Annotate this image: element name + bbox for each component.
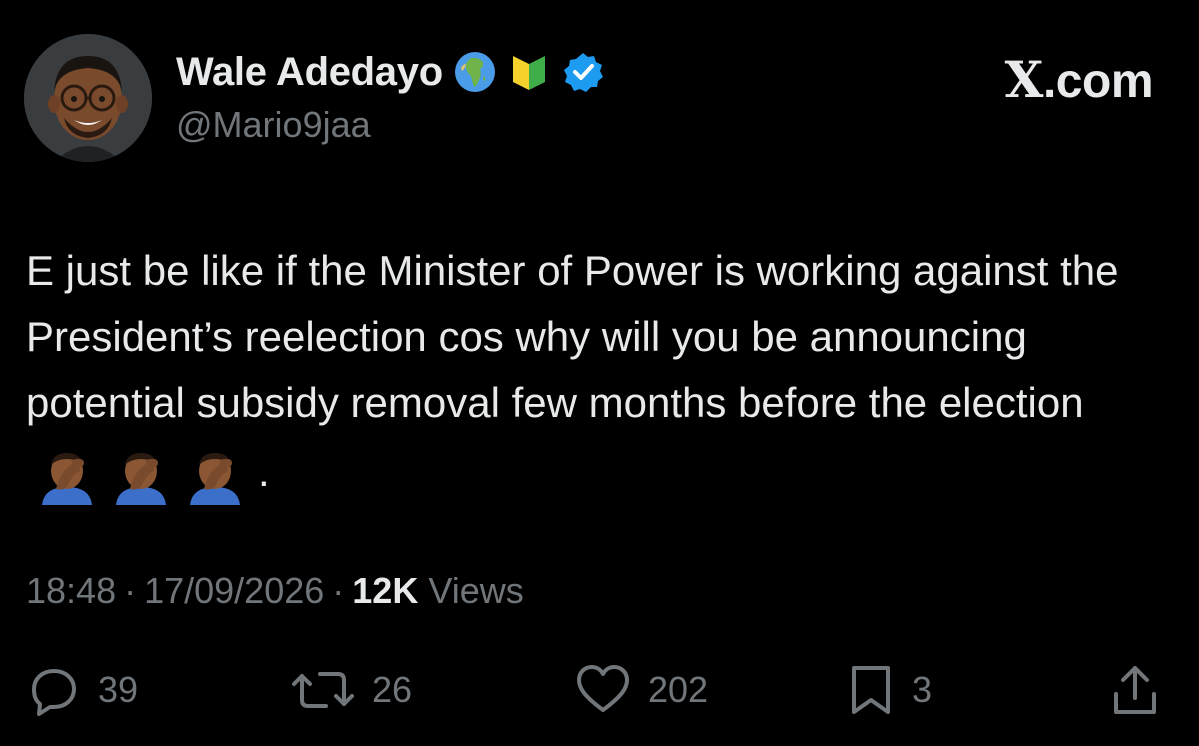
tweet-card: Wale Adedayo @Mario9jaa X.com E just be … [0,0,1199,746]
x-logo-icon: X [1004,50,1044,109]
man-facepalming-emoji [190,452,240,505]
bookmark-count: 3 [912,669,933,710]
bookmark-icon [852,666,890,714]
beginner-badge-emoji [507,50,551,94]
repost-count: 26 [372,669,413,710]
globe-africa-emoji [453,50,497,94]
man-facepalming-emoji [42,452,92,505]
like-button[interactable]: 202 [574,660,708,720]
action-bar: 39 26 202 3 [0,660,1199,720]
display-name[interactable]: Wale Adedayo [176,50,443,95]
views-count: 12K [352,570,419,611]
avatar-image [24,34,152,162]
trailing-punctuation: . [258,447,270,495]
tweet-text: E just be like if the Minister of Power … [26,238,1156,505]
man-facepalming-emoji [116,452,166,505]
heart-icon [577,665,629,712]
like-count: 202 [648,669,709,710]
reply-icon [32,669,76,716]
name-row: Wale Adedayo [176,44,605,100]
trailing-emojis: . [36,439,270,505]
bookmark-button[interactable]: 3 [846,660,932,720]
author-block: Wale Adedayo @Mario9jaa [176,44,605,146]
reply-count: 39 [98,669,139,710]
share-button[interactable] [1110,660,1160,720]
share-icon [1114,666,1156,714]
repost-icon [292,672,354,708]
repost-button[interactable]: 26 [290,660,412,720]
reply-button[interactable]: 39 [26,660,138,720]
avatar[interactable] [24,34,152,162]
tweet-date[interactable]: 17/09/2026 [144,570,324,612]
tweet-time[interactable]: 18:48 [26,570,116,612]
meta-separator: · [332,570,345,611]
tweet-meta: 18:48 · 17/09/2026 · 12K Views [26,570,524,612]
tweet-body: E just be like if the Minister of Power … [26,247,1119,426]
site-logo: X.com [1004,50,1154,109]
views-label: Views [428,570,524,611]
verified-badge-icon[interactable] [561,50,605,94]
user-handle[interactable]: @Mario9jaa [176,104,605,146]
site-logo-suffix: .com [1042,55,1154,108]
meta-separator: · [124,570,137,611]
